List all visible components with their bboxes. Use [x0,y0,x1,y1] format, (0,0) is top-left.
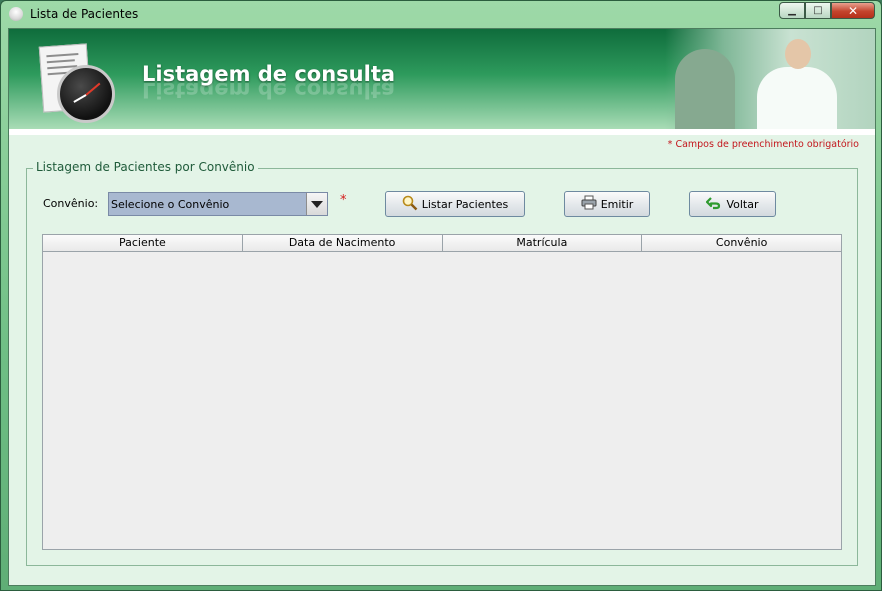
back-label: Voltar [726,197,759,211]
convenio-select[interactable]: Selecione o Convênio [108,192,328,216]
clock-icon [57,65,115,123]
back-button[interactable]: Voltar [689,191,776,217]
required-asterisk: * [340,193,347,208]
list-patients-button[interactable]: Listar Pacientes [385,191,525,217]
column-header-convenio[interactable]: Convênio [642,235,841,251]
group-title: Listagem de Pacientes por Convênio [33,160,258,174]
window-title: Lista de Pacientes [30,7,139,21]
required-fields-note: * Campos de preenchimento obrigatório [667,139,859,150]
client-area: Listagem de consulta Listagem de consult… [8,28,876,586]
list-patients-label: Listar Pacientes [421,197,509,211]
column-header-paciente[interactable]: Paciente [43,235,243,251]
clock-hand [73,94,87,103]
column-header-matricula[interactable]: Matrícula [443,235,643,251]
doctor-head [785,39,811,69]
patients-table: Paciente Data de Nacimento Matrícula Con… [42,234,842,550]
document-line [46,53,79,58]
patient-figure [675,49,735,129]
table-header: Paciente Data de Nacimento Matrícula Con… [43,235,841,252]
header-banner: Listagem de consulta Listagem de consult… [9,29,875,129]
app-window: Lista de Pacientes ▁ □ ✕ Listagem de con… [0,0,882,591]
chevron-down-icon[interactable] [306,193,327,215]
close-button[interactable]: ✕ [831,2,875,19]
banner-divider [9,129,875,135]
convenio-select-value: Selecione o Convênio [111,198,230,211]
convenio-label: Convênio: [43,197,99,210]
magnifier-icon [402,195,418,214]
app-icon [9,7,23,21]
doctor-figure [757,67,837,129]
printer-icon [581,195,597,213]
clock-hand [85,82,101,96]
maximize-button[interactable]: □ [805,2,831,19]
document-line [46,59,75,64]
doctor-photo [665,29,875,129]
column-header-data-nascimento[interactable]: Data de Nacimento [243,235,443,251]
emit-label: Emitir [600,197,634,211]
window-controls: ▁ □ ✕ [779,2,875,19]
clock-document-icon [38,43,129,123]
title-bar[interactable]: Lista de Pacientes ▁ □ ✕ [1,1,881,28]
table-body[interactable] [43,252,841,549]
banner-title-reflection: Listagem de consulta [142,78,396,102]
minimize-button[interactable]: ▁ [779,2,805,19]
back-arrow-icon [706,196,722,213]
emit-button[interactable]: Emitir [564,191,650,217]
